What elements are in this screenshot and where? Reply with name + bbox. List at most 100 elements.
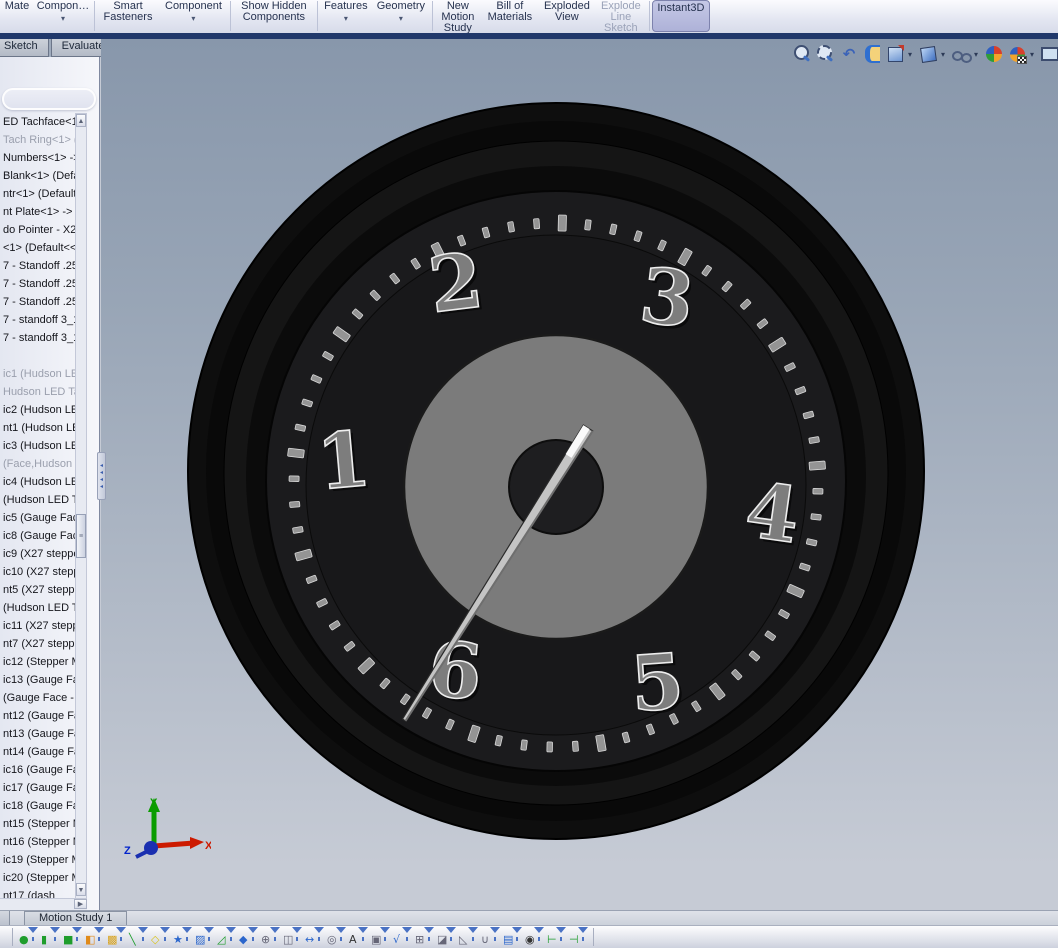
splitter-grip[interactable]: ◂◂◂◂ (97, 452, 106, 500)
tree-vertical-scrollbar[interactable]: ▲ ≡ ▼ (75, 113, 87, 910)
filter-edges-icon[interactable]: ▮ (39, 927, 61, 947)
feature-manager-panel: ED Tachface<1>Tach Ring<1> (DNumbers<1> … (0, 57, 100, 910)
filter-center-marks-icon[interactable]: ⊕ (259, 927, 281, 947)
filter-vertices-icon[interactable]: ● (17, 927, 39, 947)
filter-surface-bodies-icon[interactable]: ◧ (83, 927, 105, 947)
new-motion-study-button[interactable]: New Motion Study (435, 0, 481, 33)
scrollbar-thumb[interactable]: ≡ (76, 514, 86, 558)
dropdown-caret-icon[interactable]: ▾ (941, 50, 948, 59)
dropdown-caret-icon[interactable]: ▾ (344, 13, 348, 24)
dropdown-caret-icon[interactable]: ▾ (191, 13, 195, 24)
smart-fasteners-button[interactable]: Smart Fasteners (97, 0, 159, 33)
exploded-view-button[interactable]: Exploded View (539, 0, 595, 33)
view-orientation-icon[interactable] (885, 44, 905, 64)
dropdown-caret-icon[interactable]: ▾ (974, 50, 981, 59)
gauge-tick (290, 501, 300, 507)
mate-button[interactable]: Mate (0, 0, 34, 33)
scroll-down-icon[interactable]: ▼ (76, 883, 86, 896)
dropdown-caret-icon[interactable]: ▾ (399, 13, 403, 24)
filter-sketch-points-icon[interactable]: ★ (171, 927, 193, 947)
filter-routing-points-icon[interactable]: ◫ (281, 927, 303, 947)
bill-of-materials-button[interactable]: Bill of Materials (481, 0, 539, 33)
full-screen-icon[interactable] (1040, 44, 1058, 64)
gauge-tick (292, 526, 303, 533)
funnel-overlay-icon (72, 927, 82, 933)
splitter-arrow-icon: ◂ (100, 484, 103, 490)
funnel-overlay-icon (248, 927, 258, 933)
triad-z-label: Z (124, 845, 131, 857)
component-button[interactable]: Component▾ (159, 0, 228, 33)
funnel-overlay-icon (402, 927, 412, 933)
compon--button[interactable]: Compon…▾ (34, 0, 92, 33)
filter-faces-icon[interactable]: ■ (61, 927, 83, 947)
display-style-icon[interactable] (918, 44, 938, 64)
features-button[interactable]: Features▾ (320, 0, 372, 33)
tree-horizontal-scrollbar[interactable]: ▶ (0, 898, 87, 910)
button-label: Exploded View (544, 1, 590, 23)
toolbar-separator (94, 1, 95, 31)
scroll-up-icon[interactable]: ▲ (76, 114, 86, 127)
command-manager-toolbar: MateCompon…▾Smart FastenersComponent▾Sho… (0, 0, 1058, 33)
button-label: Component (165, 1, 222, 12)
zoom-to-fit-icon[interactable] (793, 44, 813, 64)
filter-sketches-icon[interactable]: ▨ (193, 927, 215, 947)
panel-splitter[interactable]: ◂◂◂◂ (100, 57, 108, 910)
filter-routing-clips-icon[interactable]: ⊣ (567, 927, 589, 947)
gauge-tick (809, 437, 820, 444)
filter-blocks-icon[interactable]: ▤ (501, 927, 523, 947)
filter-base-glyph: ◎ (327, 933, 337, 947)
instant3d-button[interactable]: Instant3D (652, 0, 710, 32)
filter-sketch-segments-icon[interactable]: ◿ (215, 927, 237, 947)
dropdown-caret-icon[interactable]: ▾ (61, 13, 65, 24)
section-view-icon[interactable] (862, 44, 882, 64)
graphics-viewport[interactable]: 112233445566 Y X Z (101, 39, 1058, 910)
toolbar-separator (593, 928, 594, 946)
feature-manager-header[interactable] (2, 88, 96, 110)
filter-connection-points-icon[interactable]: ⊢ (545, 927, 567, 947)
filter-axes-icon[interactable]: ╲ (127, 927, 149, 947)
filter-dimensions-icon[interactable]: ↔ (303, 927, 325, 947)
tab-sketch[interactable]: Sketch (0, 39, 49, 57)
button-label: Geometry (377, 1, 425, 12)
gauge-tick (585, 220, 592, 231)
filter-weld-symbols-icon[interactable]: ◺ (457, 927, 479, 947)
filter-base-glyph: ◧ (85, 933, 95, 947)
view-settings-icon[interactable] (1007, 44, 1027, 64)
filter-base-glyph: ⊕ (261, 933, 270, 947)
filter-base-glyph: √ (393, 933, 400, 947)
zoom-to-area-icon[interactable] (816, 44, 836, 64)
dropdown-caret-icon[interactable]: ▾ (908, 50, 915, 59)
scroll-right-icon[interactable]: ▶ (74, 899, 87, 909)
gauge-tick (521, 740, 528, 751)
model-tab-stub[interactable] (0, 911, 10, 925)
filter-notes-icon[interactable]: A (347, 927, 369, 947)
funnel-overlay-icon (50, 927, 60, 933)
gauge-3d-model[interactable]: 112233445566 (101, 57, 1058, 910)
filter-balloons-icon[interactable]: ▣ (369, 927, 391, 947)
filter-surface-finish-icon[interactable]: √ (391, 927, 413, 947)
filter-cosmetic-threads-icon[interactable]: ∪ (479, 927, 501, 947)
filter-planes-icon[interactable]: ◇ (149, 927, 171, 947)
splitter-arrow-icon: ◂ (100, 470, 103, 476)
funnel-overlay-icon (424, 927, 434, 933)
funnel-overlay-icon (468, 927, 478, 933)
filter-geometric-tolerance-icon[interactable]: ⊞ (413, 927, 435, 947)
funnel-overlay-icon (270, 927, 280, 933)
filter-datums-icon[interactable]: ◪ (435, 927, 457, 947)
explode-line-sketch-button[interactable]: Explode Line Sketch (595, 0, 647, 33)
heads-up-view-toolbar: ↶ ▾ ▾ ▾ ▾ (793, 41, 1058, 67)
filter-hole-callouts-icon[interactable]: ◎ (325, 927, 347, 947)
button-label: Features (324, 1, 367, 12)
hide-show-items-icon[interactable] (951, 44, 971, 64)
tab-motion-study-1[interactable]: Motion Study 1 (24, 911, 127, 925)
geometry-button[interactable]: Geometry▾ (372, 0, 430, 33)
show-hidden-components-button[interactable]: Show Hidden Components (233, 0, 315, 33)
previous-view-icon[interactable]: ↶ (839, 44, 859, 64)
apply-scene-icon[interactable] (984, 44, 1004, 64)
filter-base-glyph: ■ (63, 933, 73, 947)
gauge-tick (809, 461, 826, 470)
filter-mass-center-icon[interactable]: ◉ (523, 927, 545, 947)
filter-solid-bodies-icon[interactable]: ▩ (105, 927, 127, 947)
filter-midpoints-icon[interactable]: ◆ (237, 927, 259, 947)
dropdown-caret-icon[interactable]: ▾ (1030, 50, 1037, 59)
